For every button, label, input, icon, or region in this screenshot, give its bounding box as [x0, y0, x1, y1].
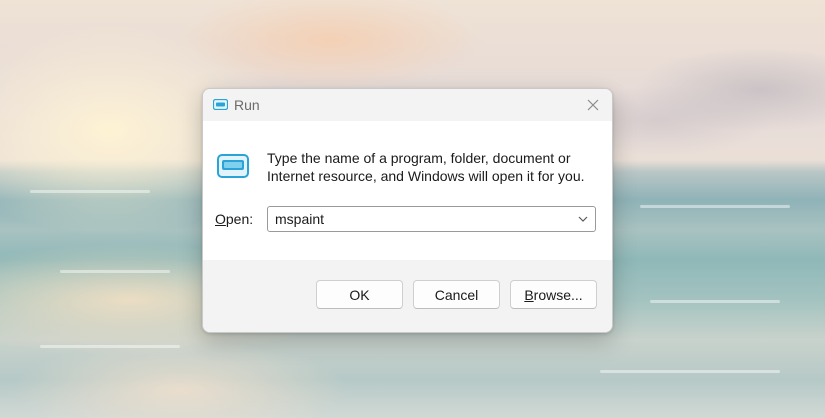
browse-label: rowse...: [533, 286, 583, 303]
chevron-down-icon: [578, 216, 588, 222]
dialog-description: Type the name of a program, folder, docu…: [267, 150, 585, 184]
wave-decoration: [600, 370, 780, 373]
run-icon: [217, 154, 249, 178]
open-combobox[interactable]: [267, 206, 596, 232]
browse-button[interactable]: Browse...: [510, 280, 597, 309]
open-input[interactable]: [268, 207, 568, 231]
dialog-title: Run: [234, 97, 260, 113]
wave-decoration: [40, 345, 180, 348]
wave-decoration: [60, 270, 170, 273]
wave-decoration: [30, 190, 150, 193]
run-icon: [213, 99, 228, 110]
desktop-wallpaper: Run Type the name of a program, folder, …: [0, 0, 825, 418]
title-bar[interactable]: Run: [203, 89, 612, 121]
wave-decoration: [640, 205, 790, 208]
cancel-button[interactable]: Cancel: [413, 280, 500, 309]
open-label-accesskey: O: [215, 211, 226, 227]
ok-button[interactable]: OK: [316, 280, 403, 309]
open-label: Open:: [215, 211, 253, 227]
run-dialog: Run Type the name of a program, folder, …: [202, 88, 613, 333]
dialog-body: Type the name of a program, folder, docu…: [203, 121, 612, 260]
dialog-footer: OK Cancel Browse...: [203, 260, 612, 332]
close-button[interactable]: [574, 89, 612, 121]
open-label-text: pen:: [225, 211, 254, 227]
dropdown-button[interactable]: [575, 207, 591, 231]
wave-decoration: [650, 300, 780, 303]
close-icon: [587, 99, 599, 111]
browse-accesskey: B: [524, 286, 534, 303]
